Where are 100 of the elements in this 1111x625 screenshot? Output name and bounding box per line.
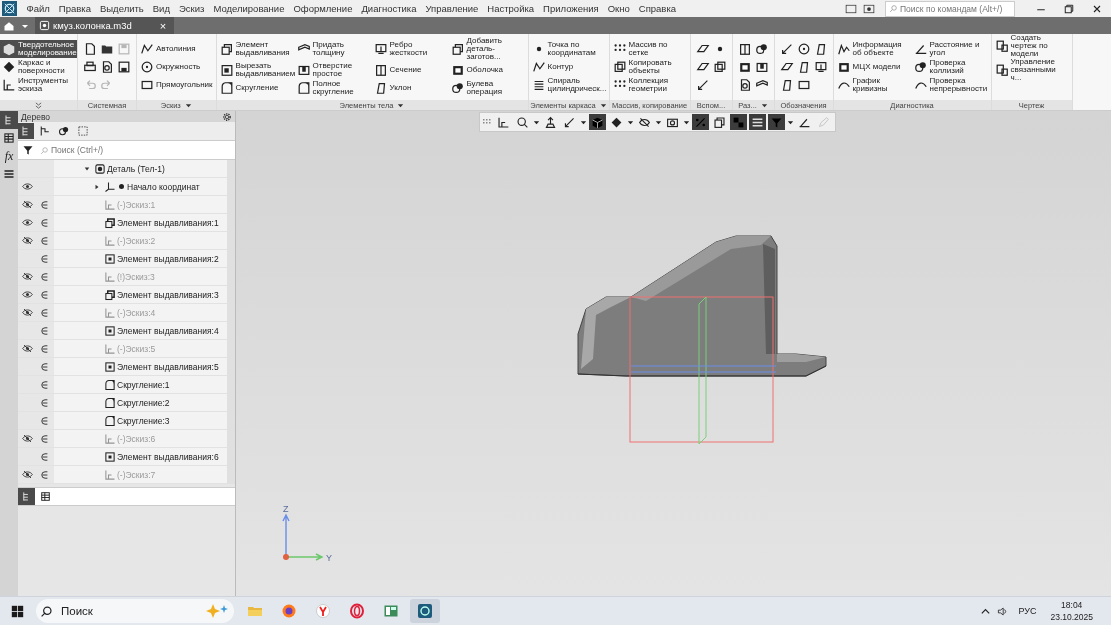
collapsed-icon[interactable] bbox=[94, 183, 100, 190]
include-icon[interactable] bbox=[41, 361, 49, 372]
menu-item[interactable]: Диагностика bbox=[356, 3, 421, 14]
grip-icon[interactable] bbox=[483, 118, 491, 126]
view-tool-button[interactable] bbox=[711, 114, 728, 130]
panel-icon[interactable] bbox=[845, 2, 857, 15]
ribbon-button[interactable]: Автолиния bbox=[140, 40, 213, 58]
include-icon[interactable] bbox=[41, 379, 49, 390]
caret-icon[interactable] bbox=[397, 101, 405, 109]
filter-icon[interactable] bbox=[22, 144, 34, 156]
menu-item[interactable]: Вид bbox=[148, 3, 175, 14]
ribbon-button[interactable]: Булева операция bbox=[450, 79, 525, 97]
expand-icon[interactable] bbox=[34, 101, 43, 109]
tree-item[interactable]: Элемент выдавливания:1 bbox=[117, 217, 219, 228]
menu-item[interactable]: Моделирование bbox=[208, 3, 289, 14]
ribbon-button[interactable]: Расстояние и угол bbox=[913, 40, 988, 58]
tree-item[interactable]: Начало координат bbox=[127, 181, 200, 192]
ribbon-button[interactable]: Управление связанными ч... bbox=[994, 58, 1069, 82]
settings-icon[interactable] bbox=[222, 111, 232, 122]
tree-search-bar[interactable]: Поиск (Ctrl+/) bbox=[18, 140, 235, 160]
ribbon-button[interactable]: Коллекция геометрии bbox=[612, 76, 687, 94]
eye-crossed-icon[interactable] bbox=[21, 344, 33, 353]
eye-crossed-icon[interactable] bbox=[21, 200, 33, 209]
tree-item[interactable]: Деталь (Тел-1) bbox=[107, 163, 165, 174]
eye-icon[interactable] bbox=[21, 182, 33, 191]
tree-item[interactable]: Элемент выдавливания:4 bbox=[117, 325, 219, 336]
include-icon[interactable] bbox=[41, 271, 49, 282]
ribbon-button[interactable]: Спираль цилиндрическ... bbox=[531, 76, 606, 94]
camera-icon[interactable] bbox=[863, 2, 875, 15]
eye-crossed-icon[interactable] bbox=[21, 236, 33, 245]
ribbon-button[interactable]: Создать чертеж по модели bbox=[994, 34, 1069, 58]
taskbar-app-button[interactable] bbox=[410, 599, 440, 623]
ribbon-button[interactable]: Отверстие простое bbox=[296, 61, 371, 79]
menu-item[interactable]: Управление bbox=[421, 3, 483, 14]
panel-button[interactable] bbox=[0, 111, 18, 129]
ribbon-button[interactable]: Сечение bbox=[373, 61, 448, 79]
ribbon-button[interactable]: Точка по координатам bbox=[531, 40, 606, 58]
menu-item[interactable]: Справка bbox=[634, 3, 681, 14]
ribbon-button[interactable]: Ребро жесткости bbox=[373, 37, 448, 61]
include-icon[interactable] bbox=[41, 415, 49, 426]
ribbon-button[interactable]: Проверка непрерывности bbox=[913, 76, 988, 94]
eye-crossed-icon[interactable] bbox=[21, 272, 33, 281]
view-tool-button[interactable] bbox=[749, 114, 766, 130]
tree-item[interactable]: Элемент выдавливания:2 bbox=[117, 253, 219, 264]
ribbon-button[interactable]: Окружность bbox=[140, 58, 213, 76]
include-icon[interactable] bbox=[41, 289, 49, 300]
tree-item[interactable]: Скругление:1 bbox=[117, 379, 170, 390]
ribbon-button[interactable]: Скругление bbox=[219, 79, 294, 97]
expanded-icon[interactable] bbox=[84, 165, 90, 172]
ribbon-button[interactable]: Добавить деталь-заготов... bbox=[450, 37, 525, 61]
tree-item[interactable]: Элемент выдавливания:5 bbox=[117, 361, 219, 372]
include-icon[interactable] bbox=[41, 343, 49, 354]
ribbon-button[interactable]: Уклон bbox=[373, 79, 448, 97]
search-bar[interactable]: Поиск bbox=[36, 599, 234, 623]
mode-button[interactable]: Инструменты эскиза bbox=[0, 76, 77, 94]
document-tab[interactable]: кмуз.колонка.m3d × bbox=[35, 17, 175, 34]
eye-crossed-icon[interactable] bbox=[21, 434, 33, 443]
ribbon-button[interactable]: Вырезать выдавливанием bbox=[219, 61, 294, 79]
include-icon[interactable] bbox=[41, 451, 49, 462]
caret-icon[interactable] bbox=[580, 118, 587, 126]
ribbon-button[interactable]: Контур bbox=[531, 58, 606, 76]
menu-item[interactable]: Файл bbox=[22, 3, 55, 14]
ribbon-button[interactable]: Прямоугольник bbox=[140, 76, 213, 94]
caret-icon[interactable] bbox=[655, 118, 662, 126]
caret-icon[interactable] bbox=[683, 118, 690, 126]
include-icon[interactable] bbox=[41, 469, 49, 480]
menu-item[interactable]: Окно bbox=[603, 3, 635, 14]
ribbon-button[interactable]: Полное скругление bbox=[296, 79, 371, 97]
taskbar-search-field[interactable]: Поиск bbox=[59, 604, 204, 618]
view-tool-button[interactable] bbox=[589, 114, 606, 130]
eye-crossed-icon[interactable] bbox=[21, 308, 33, 317]
menu-item[interactable]: Выделить bbox=[95, 3, 149, 14]
start-icon[interactable] bbox=[11, 604, 24, 618]
include-icon[interactable] bbox=[41, 397, 49, 408]
ribbon-button[interactable]: Информация об объекте bbox=[836, 40, 911, 58]
caret-icon[interactable] bbox=[184, 101, 192, 109]
ribbon-button[interactable]: МЦХ модели bbox=[836, 58, 911, 76]
mode-button[interactable]: Твердотельное моделирование bbox=[0, 40, 77, 58]
eye-icon[interactable] bbox=[21, 290, 33, 299]
include-icon[interactable] bbox=[41, 235, 49, 246]
ribbon-button[interactable]: Массив по сетке bbox=[612, 40, 687, 58]
close-tab-button[interactable]: × bbox=[159, 19, 167, 32]
menu-item[interactable]: Приложения bbox=[538, 3, 604, 14]
caret-icon[interactable] bbox=[787, 118, 794, 126]
eye-crossed-icon[interactable] bbox=[21, 470, 33, 479]
menu-item[interactable]: Правка bbox=[54, 3, 96, 14]
caret-icon[interactable] bbox=[760, 101, 768, 109]
formula-button[interactable]: fx bbox=[0, 147, 18, 165]
caret-icon[interactable] bbox=[599, 101, 607, 109]
ribbon-button[interactable]: График кривизны bbox=[836, 76, 911, 94]
include-icon[interactable] bbox=[41, 199, 49, 210]
eye-icon[interactable] bbox=[21, 218, 33, 227]
language-indicator[interactable]: РУС bbox=[1018, 606, 1037, 616]
ribbon-button[interactable]: Проверка коллизий bbox=[913, 58, 988, 76]
speaker-icon[interactable] bbox=[997, 605, 1009, 617]
tree-item[interactable]: Скругление:3 bbox=[117, 415, 170, 426]
ribbon-button[interactable]: Оболочка bbox=[450, 61, 525, 79]
include-icon[interactable] bbox=[41, 325, 49, 336]
mode-button[interactable]: Каркас и поверхности bbox=[0, 58, 77, 76]
tree-item[interactable]: Скругление:2 bbox=[117, 397, 170, 408]
